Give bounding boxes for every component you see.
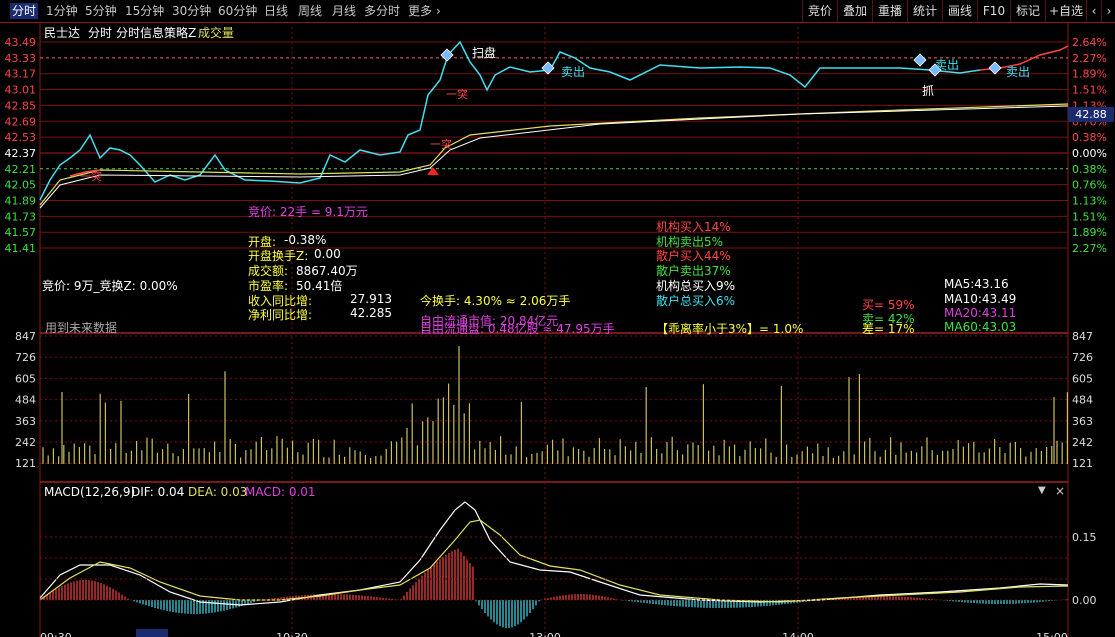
macd-value: MACD: 0.01 xyxy=(245,485,316,499)
diamond-icon xyxy=(913,53,927,67)
revenue-yoy-value: 27.913 xyxy=(350,292,392,306)
open-value: -0.38% xyxy=(284,233,327,247)
macd-dif: DIF: 0.04 xyxy=(131,485,185,499)
volume-tick-label: 242 xyxy=(15,436,36,449)
pct-tick-label: 1.89% xyxy=(1072,226,1107,239)
volume-label: 成交量 xyxy=(198,26,235,40)
price-tick-label: 42.21 xyxy=(5,163,37,176)
volume-tick-label: 484 xyxy=(15,394,36,407)
float-shares-info: 自由流通盘: 0.48亿股 ≈ 47.95万手 xyxy=(420,322,615,336)
time-tick-label: 09:30 xyxy=(40,631,72,637)
volume-tick-label-right: 847 xyxy=(1072,330,1093,343)
macd-tick-label: 0.15 xyxy=(1072,531,1097,544)
avg-price-line xyxy=(39,103,1069,206)
ma5-value: MA5:43.16 xyxy=(944,277,1009,291)
volume-tick-label-right: 242 xyxy=(1072,436,1093,449)
signal-break-1: 一突 xyxy=(446,88,468,101)
price-tick-label: 42.05 xyxy=(5,179,37,192)
strategy-name: 分时信息策略Z xyxy=(116,26,197,40)
profit-yoy-label: 净利同比增: xyxy=(248,308,313,322)
diff-pct: 差= 17% xyxy=(862,322,915,336)
price-tick-label: 42.69 xyxy=(5,115,37,128)
time-tick-label: 15:00 xyxy=(1036,631,1068,637)
diamond-icon xyxy=(541,61,555,75)
macd-dea-line xyxy=(39,519,1069,603)
price-tick-label: 43.17 xyxy=(5,68,37,81)
dropdown-arrow-icon[interactable]: ▼ xyxy=(1038,485,1046,496)
pct-tick-label: 1.13% xyxy=(1072,195,1107,208)
volume-tick-label-right: 726 xyxy=(1072,351,1093,364)
price-tick-label: 43.33 xyxy=(5,52,37,65)
turnover-info: 今换手: 4.30% ≈ 2.06万手 xyxy=(420,294,571,308)
signal-sell-2: 卖出 xyxy=(935,58,960,72)
price-tick-label: 41.73 xyxy=(5,210,37,223)
macd-dif-line xyxy=(39,501,1069,606)
signal-break-2: 一突 xyxy=(430,138,452,151)
price-tick-label: 42.37 xyxy=(5,147,37,160)
time-tick-label: 14:00 xyxy=(782,631,814,637)
open-turnover-value: 0.00 xyxy=(314,247,341,261)
macd-dea: DEA: 0.03 xyxy=(188,485,248,499)
ma60-value: MA60:43.03 xyxy=(944,320,1017,334)
pct-tick-label: 1.89% xyxy=(1072,68,1107,81)
signal-sell-3: 卖出 xyxy=(1006,65,1031,79)
retail-total-info: 散户总买入6% xyxy=(656,294,736,308)
profit-yoy-value: 42.285 xyxy=(350,306,392,320)
macd-tick-label: 0.00 xyxy=(1072,594,1097,607)
pct-tick-label: 1.51% xyxy=(1072,210,1107,223)
price-tick-label: 41.41 xyxy=(5,242,37,255)
time-tick-label: 13:00 xyxy=(529,631,561,637)
price-tick-label: 42.53 xyxy=(5,131,37,144)
pct-tick-label: 0.38% xyxy=(1072,131,1107,144)
price-tick-label: 41.89 xyxy=(5,195,37,208)
volume-tick-label: 121 xyxy=(15,457,36,470)
pct-tick-label: 2.27% xyxy=(1072,242,1107,255)
auction-left-info: 竞价: 9万_竞换Z: 0.00% xyxy=(42,279,178,293)
signal-grab: 抓 xyxy=(922,84,935,98)
close-icon[interactable]: × xyxy=(1055,484,1065,498)
signal-break-3: 一突 xyxy=(80,170,102,183)
pct-tick-label: 2.27% xyxy=(1072,52,1107,65)
future-data-note: 用到未来数据 xyxy=(45,321,118,335)
pct-tick-label: 2.64% xyxy=(1072,36,1107,49)
volume-tick-label: 847 xyxy=(15,330,36,343)
time-cursor-badge xyxy=(136,629,168,637)
price-tick-label: 42.85 xyxy=(5,99,37,112)
volume-tick-label-right: 605 xyxy=(1072,372,1093,385)
ma10-value: MA10:43.49 xyxy=(944,292,1017,306)
price-tick-label: 43.01 xyxy=(5,84,37,97)
time-tick-label: 10:30 xyxy=(276,631,308,637)
volume-tick-label: 363 xyxy=(15,415,36,428)
ma20-value: MA20:43.11 xyxy=(944,306,1017,320)
chart-mode: 分时 xyxy=(88,26,113,40)
current-price-badge: 42.88 xyxy=(1068,107,1114,122)
auction-info: 竞价: 22手 = 9.1万元 xyxy=(248,205,368,219)
stock-name: 民士达 xyxy=(44,26,81,40)
diamond-icon xyxy=(988,61,1002,75)
pct-tick-label: 1.51% xyxy=(1072,84,1107,97)
pct-tick-label: 0.76% xyxy=(1072,179,1107,192)
volume-tick-label-right: 484 xyxy=(1072,394,1093,407)
volume-tick-label: 605 xyxy=(15,372,36,385)
volume-tick-label-right: 121 xyxy=(1072,457,1093,470)
macd-label: MACD(12,26,9) xyxy=(44,485,136,499)
signal-buy-dip: 扫盘 xyxy=(472,46,497,60)
volume-tick-label: 726 xyxy=(15,351,36,364)
price-tick-label: 41.57 xyxy=(5,226,37,239)
pct-tick-label: 0.38% xyxy=(1072,163,1107,176)
price-tick-label: 43.49 xyxy=(5,36,37,49)
volume-tick-label-right: 363 xyxy=(1072,415,1093,428)
signal-sell-1: 卖出 xyxy=(561,65,586,79)
pct-tick-label: 0.00% xyxy=(1072,147,1107,160)
deviation-info: 【乖离率小于3%】= 1.0% xyxy=(656,322,804,336)
